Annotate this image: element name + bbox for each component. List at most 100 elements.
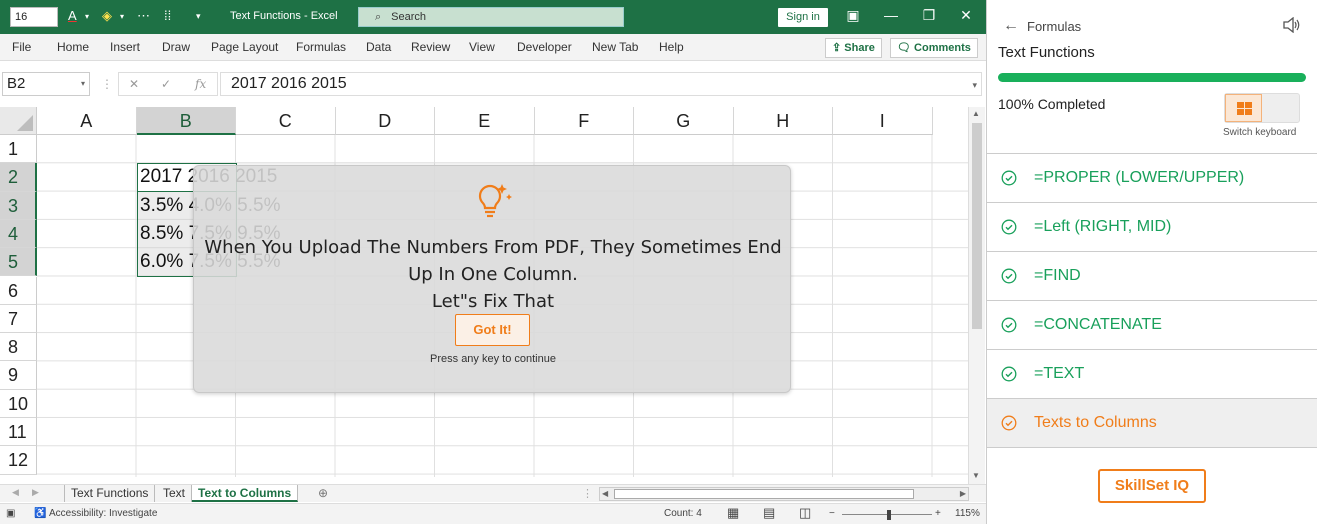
row-header[interactable]: 9 (0, 361, 37, 390)
row-header[interactable]: 8 (0, 333, 37, 362)
formula-input[interactable]: 2017 2016 2015 ▾ (220, 72, 982, 96)
breadcrumb[interactable]: Formulas (1027, 19, 1081, 34)
windows-keyboard-button[interactable] (1225, 94, 1262, 122)
font-color-dropdown-icon[interactable]: ▾ (85, 12, 89, 21)
lesson-item[interactable]: =CONCATENATE (987, 301, 1317, 350)
zoom-out-icon[interactable]: − (829, 508, 835, 519)
row-header[interactable]: 1 (0, 135, 37, 164)
row-header[interactable]: 2 (0, 163, 37, 192)
menu-help[interactable]: Help (659, 40, 684, 54)
zoom-level[interactable]: 115% (955, 508, 980, 519)
minimize-icon[interactable]: — (881, 7, 901, 23)
enter-icon[interactable]: ✓ (161, 77, 171, 91)
page-layout-view-icon[interactable]: ▤ (763, 505, 775, 521)
chevron-down-icon[interactable]: ▾ (81, 79, 85, 88)
macro-record-icon[interactable]: ▣ (6, 508, 15, 519)
skillset-iq-button[interactable]: SkillSet IQ (1098, 469, 1206, 503)
scroll-left-icon[interactable]: ◀ (602, 489, 608, 498)
sheet-tab-text[interactable]: Text (157, 485, 193, 502)
accessibility-status[interactable]: Accessibility: Investigate (49, 508, 157, 519)
lesson-item[interactable]: Texts to Columns (987, 399, 1317, 448)
horizontal-scrollbar[interactable]: ◀ ▶ (599, 487, 969, 501)
lesson-item[interactable]: =TEXT (987, 350, 1317, 399)
column-header[interactable]: C (236, 107, 336, 135)
prev-sheet-icon[interactable]: ◀ (12, 487, 19, 498)
column-header[interactable]: E (435, 107, 535, 135)
add-sheet-icon[interactable]: ⊕ (318, 486, 328, 500)
cancel-icon[interactable]: ✕ (129, 77, 139, 91)
ribbon-display-icon[interactable]: ▣ (843, 7, 863, 24)
fill-color-icon[interactable]: ◈ (102, 8, 112, 24)
row-header[interactable]: 6 (0, 276, 37, 305)
tab-split-handle-icon[interactable]: ⋮ (582, 487, 593, 500)
name-box[interactable]: B2 ▾ (2, 72, 90, 96)
column-header[interactable]: A (37, 107, 137, 135)
menu-view[interactable]: View (469, 40, 495, 54)
zoom-in-icon[interactable]: + (935, 508, 941, 519)
insert-function-icon[interactable]: fx (195, 77, 206, 91)
scroll-thumb[interactable] (972, 123, 982, 329)
sheet-tab-text-to-columns[interactable]: Text to Columns (192, 485, 299, 502)
page-title: Text Functions (998, 44, 1095, 61)
speaker-icon[interactable] (1282, 17, 1300, 33)
check-circle-icon (1001, 170, 1017, 186)
column-header[interactable]: I (833, 107, 933, 135)
lesson-item[interactable]: =Left (RIGHT, MID) (987, 203, 1317, 252)
menu-page-layout[interactable]: Page Layout (211, 40, 278, 54)
restore-icon[interactable]: ❐ (919, 7, 939, 24)
row-header[interactable]: 11 (0, 418, 37, 447)
font-size-box[interactable]: 16 (10, 7, 58, 27)
column-header[interactable]: B (136, 107, 236, 135)
menu-review[interactable]: Review (411, 40, 450, 54)
keyboard-switch[interactable] (1224, 93, 1300, 123)
next-sheet-icon[interactable]: ▶ (32, 487, 39, 498)
close-icon[interactable]: ✕ (956, 7, 976, 24)
column-header[interactable]: D (335, 107, 435, 135)
lesson-label: =Left (RIGHT, MID) (1034, 218, 1172, 235)
row-header[interactable]: 4 (0, 219, 37, 249)
scroll-down-icon[interactable]: ▼ (972, 471, 980, 480)
back-arrow-icon[interactable]: ← (1003, 17, 1019, 35)
column-header[interactable]: H (733, 107, 833, 135)
sign-in-button[interactable]: Sign in (778, 8, 828, 27)
menu-new-tab[interactable]: New Tab (592, 40, 638, 54)
normal-view-icon[interactable]: ▦ (727, 505, 739, 521)
sheet-tab-text-functions[interactable]: Text Functions (64, 485, 156, 502)
font-color-icon[interactable]: A (68, 8, 77, 23)
customize-toolbar-icon[interactable]: ▾ (196, 11, 201, 22)
row-header[interactable]: 3 (0, 191, 37, 220)
menu-file[interactable]: File (12, 40, 31, 54)
horizontal-scroll-thumb[interactable] (614, 489, 914, 499)
menu-formulas[interactable]: Formulas (296, 40, 346, 54)
scroll-right-icon[interactable]: ▶ (960, 489, 966, 498)
accessibility-icon[interactable]: ♿ (34, 508, 46, 519)
got-it-button[interactable]: Got It! (455, 314, 530, 346)
expand-formula-icon[interactable]: ▾ (972, 80, 977, 91)
row-header[interactable]: 5 (0, 248, 37, 277)
column-header[interactable]: F (534, 107, 634, 135)
drag-handle-icon[interactable]: ⋮ (101, 77, 113, 91)
fill-color-dropdown-icon[interactable]: ▾ (120, 12, 124, 21)
page-break-view-icon[interactable]: ◫ (799, 505, 811, 521)
lesson-item[interactable]: =PROPER (LOWER/UPPER) (987, 154, 1317, 203)
borders-icon[interactable]: ⋯ (137, 8, 150, 24)
row-header[interactable]: 7 (0, 304, 37, 334)
menu-data[interactable]: Data (366, 40, 391, 54)
lesson-item[interactable]: =FIND (987, 252, 1317, 301)
select-all-corner[interactable] (0, 107, 37, 135)
merge-icon[interactable]: ⁞⁞ (164, 8, 171, 23)
menu-home[interactable]: Home (57, 40, 89, 54)
zoom-slider-handle[interactable] (887, 510, 891, 520)
search-box[interactable]: ⌕ Search (358, 7, 624, 27)
row-header[interactable]: 10 (0, 389, 37, 418)
row-header[interactable]: 12 (0, 446, 37, 475)
menu-developer[interactable]: Developer (517, 40, 572, 54)
vertical-scrollbar[interactable]: ▲ ▼ (968, 107, 985, 484)
menu-insert[interactable]: Insert (110, 40, 140, 54)
share-button[interactable]: ⇪ Share (825, 38, 882, 58)
comments-button[interactable]: 🗨 Comments (890, 38, 978, 58)
column-header[interactable]: G (634, 107, 734, 135)
menu-draw[interactable]: Draw (162, 40, 190, 54)
scroll-up-icon[interactable]: ▲ (972, 109, 980, 118)
mac-keyboard-button[interactable] (1263, 94, 1300, 122)
